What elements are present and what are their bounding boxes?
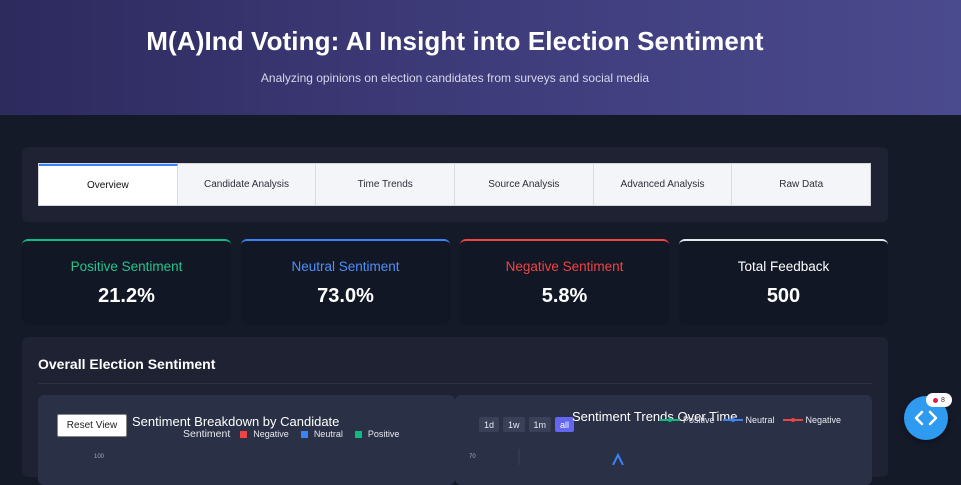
sentiment-trends-chart[interactable]: 1d 1w 1m all Sentiment Trends Over Time …: [455, 395, 872, 485]
notification-badge: 8: [926, 393, 952, 407]
neutral-sentiment-card: Neutral Sentiment 73.0%: [241, 239, 450, 325]
card-value: 21.2%: [98, 285, 155, 307]
legend-item-neutral[interactable]: Neutral: [722, 415, 775, 425]
legend-title: Sentiment: [183, 428, 231, 440]
legend-label: Negative: [805, 415, 842, 425]
y-axis-ticks: 100: [94, 454, 105, 460]
chart-legend[interactable]: Positive Neutral Negative: [660, 415, 849, 425]
negative-sentiment-card: Negative Sentiment 5.8%: [460, 239, 669, 325]
card-label: Positive Sentiment: [70, 259, 183, 274]
card-value: 73.0%: [317, 285, 374, 307]
legend-item-neutral[interactable]: Neutral: [300, 429, 343, 439]
range-1d-button[interactable]: 1d: [479, 417, 500, 432]
range-1m-button[interactable]: 1m: [528, 417, 552, 432]
reset-view-button[interactable]: Reset View: [57, 414, 127, 437]
code-icon: [914, 410, 938, 426]
tab-time-trends[interactable]: Time Trends: [316, 164, 456, 205]
neutral-series-line: [612, 452, 624, 465]
badge-count: 8: [941, 396, 945, 404]
page-header: M(A)Ind Voting: AI Insight into Election…: [0, 0, 961, 115]
tab-advanced-analysis[interactable]: Advanced Analysis: [594, 164, 733, 205]
section-divider: [38, 383, 872, 384]
tab-raw-data[interactable]: Raw Data: [732, 164, 870, 205]
tab-overview[interactable]: Overview: [39, 164, 178, 205]
page-title: M(A)Ind Voting: AI Insight into Election…: [146, 26, 764, 56]
tab-candidate-analysis[interactable]: Candidate Analysis: [178, 164, 317, 205]
legend-label: Neutral: [745, 415, 775, 425]
legend-item-positive[interactable]: Positive: [660, 415, 715, 425]
tab-source-analysis[interactable]: Source Analysis: [455, 164, 594, 205]
sentiment-breakdown-chart[interactable]: Reset View Sentiment Breakdown by Candid…: [38, 395, 455, 485]
legend-line-icon: [722, 418, 743, 422]
total-feedback-card: Total Feedback 500: [679, 239, 888, 325]
y-tick-label: 100: [94, 454, 105, 460]
legend-swatch: [240, 430, 248, 438]
plot-area-preview: 70: [469, 449, 624, 465]
legend-item-negative[interactable]: Negative: [782, 415, 842, 425]
legend-swatch: [354, 430, 362, 438]
card-label: Neutral Sentiment: [291, 259, 400, 274]
section-title: Overall Election Sentiment: [38, 356, 216, 372]
chart-legend[interactable]: Sentiment Negative Neutral Positive: [183, 428, 411, 440]
legend-label: Negative: [253, 429, 289, 439]
legend-label: Positive: [683, 415, 715, 425]
legend-item-negative[interactable]: Negative: [240, 429, 289, 439]
card-value: 500: [766, 285, 801, 307]
overall-sentiment-section: Overall Election Sentiment Reset View Se…: [22, 337, 888, 485]
tabs-panel: Overview Candidate Analysis Time Trends …: [22, 147, 888, 222]
card-label: Total Feedback: [737, 259, 830, 274]
legend-swatch: [300, 430, 308, 438]
legend-line-icon: [782, 418, 803, 422]
legend-label: Neutral: [313, 429, 343, 439]
tab-bar: Overview Candidate Analysis Time Trends …: [38, 163, 871, 206]
y-tick-label: 70: [469, 454, 476, 460]
range-selector: 1d 1w 1m all: [479, 417, 578, 432]
card-label: Negative Sentiment: [505, 259, 624, 274]
summary-cards: Positive Sentiment 21.2% Neutral Sentime…: [22, 239, 888, 325]
positive-sentiment-card: Positive Sentiment 21.2%: [22, 239, 231, 325]
chart-title: Sentiment Breakdown by Candidate: [132, 414, 340, 429]
range-1w-button[interactable]: 1w: [503, 417, 525, 432]
record-dot-icon: [933, 397, 939, 403]
legend-line-icon: [660, 418, 680, 422]
page-subtitle: Analyzing opinions on election candidate…: [260, 71, 650, 85]
legend-label: Positive: [367, 429, 400, 439]
legend-item-positive[interactable]: Positive: [354, 429, 400, 439]
card-value: 5.8%: [541, 285, 588, 307]
